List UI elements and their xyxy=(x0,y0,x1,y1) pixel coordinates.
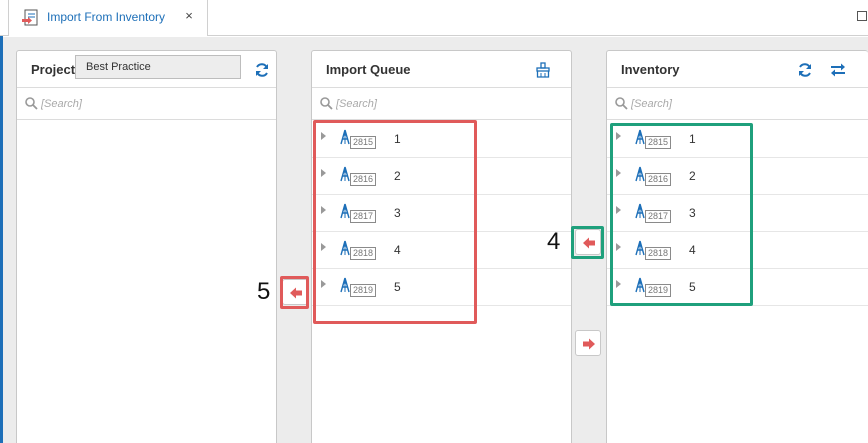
project-dropdown[interactable]: Best Practice xyxy=(75,55,241,79)
import-queue-search-bar xyxy=(312,88,571,120)
step-5-callout: 5 xyxy=(257,278,271,305)
import-queue-search-input[interactable] xyxy=(336,94,536,114)
inventory-items-highlight xyxy=(610,123,753,306)
project-panel-header: Project Best Practice xyxy=(17,51,276,88)
refresh-icon[interactable] xyxy=(797,62,813,78)
import-queue-panel-header: Import Queue xyxy=(312,51,571,88)
project-panel: Project Best Practice xyxy=(16,50,277,443)
inventory-panel-header: Inventory xyxy=(607,51,868,88)
swap-arrows-icon[interactable] xyxy=(830,62,846,78)
arrow-right-icon xyxy=(583,338,595,350)
move-to-project-highlight xyxy=(280,276,309,309)
tab-import-from-inventory[interactable]: Import From Inventory × xyxy=(8,0,208,36)
move-to-queue-highlight xyxy=(571,226,604,259)
tab-title: Import From Inventory xyxy=(47,10,166,24)
step-4-callout: 4 xyxy=(547,228,561,255)
project-search-input[interactable] xyxy=(41,94,241,114)
inventory-search-input[interactable] xyxy=(631,94,831,114)
search-icon xyxy=(320,97,333,110)
refresh-icon[interactable] xyxy=(254,62,270,78)
tab-strip: Import From Inventory × xyxy=(0,0,868,36)
clear-queue-icon[interactable] xyxy=(535,62,551,78)
project-panel-title: Project xyxy=(31,62,76,77)
queue-items-highlight xyxy=(313,120,477,324)
inventory-search-bar xyxy=(607,88,868,120)
inventory-panel-title: Inventory xyxy=(621,62,680,77)
import-document-icon xyxy=(22,9,38,26)
restore-window-icon[interactable] xyxy=(857,11,867,21)
close-icon[interactable]: × xyxy=(181,8,197,26)
search-icon xyxy=(25,97,38,110)
import-queue-panel-title: Import Queue xyxy=(326,62,411,77)
search-icon xyxy=(615,97,628,110)
project-search-bar xyxy=(17,88,276,120)
move-to-inventory-button[interactable] xyxy=(575,330,601,356)
